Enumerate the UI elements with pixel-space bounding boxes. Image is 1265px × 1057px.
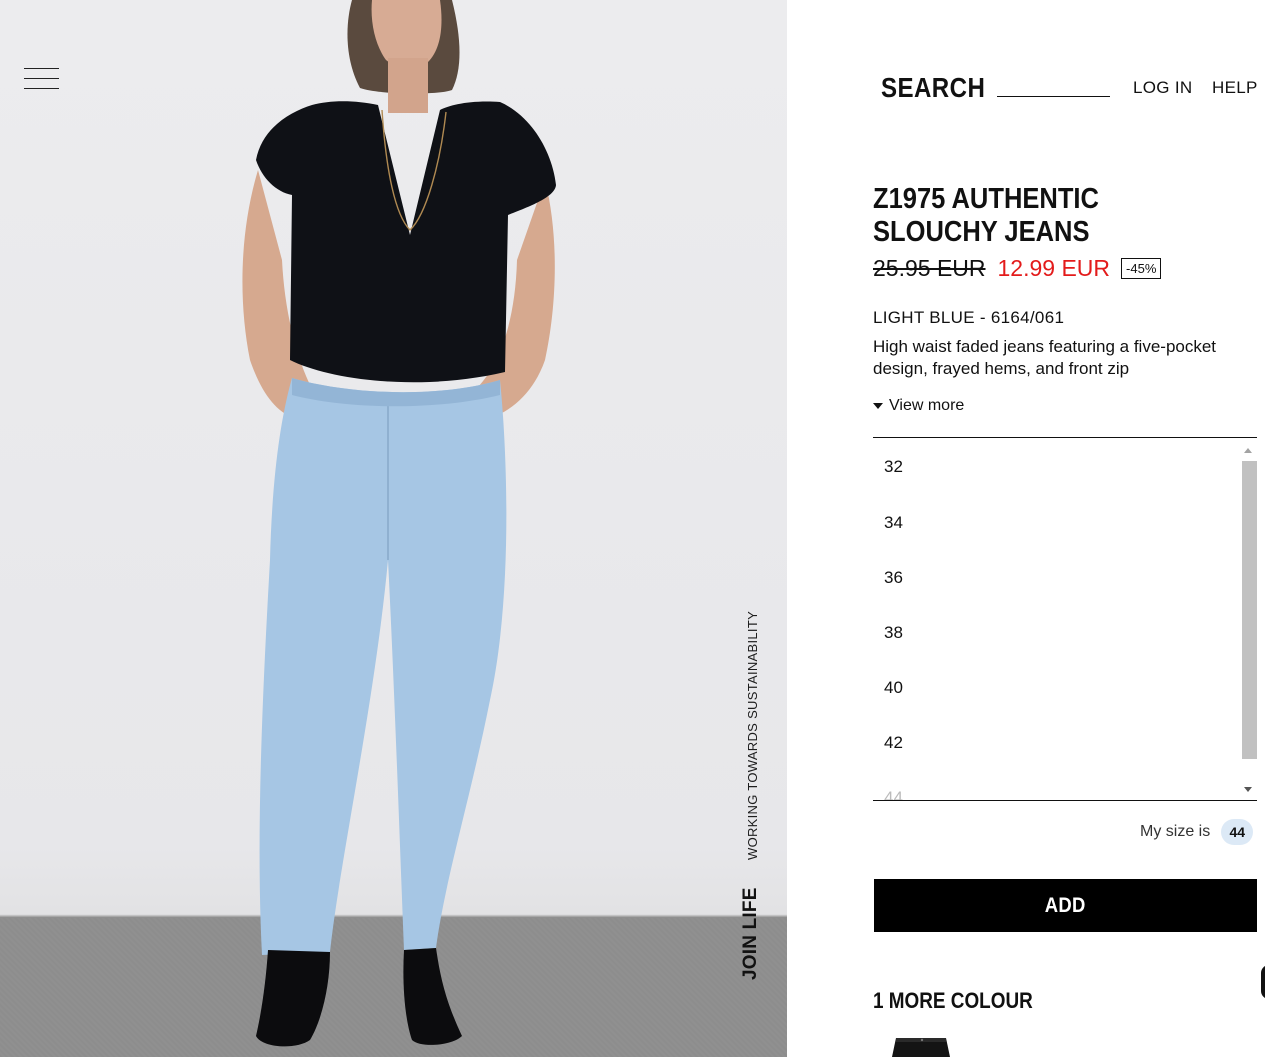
my-size-label: My size is xyxy=(1140,823,1211,840)
discount-badge: -45% xyxy=(1121,257,1162,279)
help-link[interactable]: HELP xyxy=(1212,78,1258,98)
login-link[interactable]: LOG IN xyxy=(1133,78,1192,98)
sustainability-label[interactable]: WORKING TOWARDS SUSTAINABILITY xyxy=(745,611,760,860)
menu-icon[interactable] xyxy=(24,68,59,92)
more-colours-heading: 1 MORE COLOUR xyxy=(873,988,1033,1013)
old-price: 25.95 EUR xyxy=(873,254,986,281)
view-more-toggle[interactable]: View more xyxy=(873,397,964,415)
product-page: WORKING TOWARDS SUSTAINABILITY JOIN LIFE… xyxy=(0,0,1265,1057)
price-row: 25.95 EUR 12.99 EUR -45% xyxy=(873,253,1162,283)
join-life-label[interactable]: JOIN LIFE xyxy=(740,887,762,980)
caret-down-icon xyxy=(873,403,883,409)
side-chat-tab[interactable] xyxy=(1261,965,1265,999)
size-option[interactable]: 34 xyxy=(873,495,1233,550)
my-size-hint[interactable]: My size is 44 xyxy=(1140,819,1254,845)
colour-variant-thumbnail[interactable] xyxy=(888,1036,952,1057)
product-description: High waist faded jeans featuring a five-… xyxy=(873,337,1217,378)
search-input[interactable] xyxy=(997,74,1110,97)
scroll-down-icon[interactable] xyxy=(1244,787,1252,792)
scroll-thumb[interactable] xyxy=(1242,461,1257,759)
sale-price: 12.99 EUR xyxy=(997,254,1111,281)
size-option[interactable]: 44 xyxy=(873,770,1233,800)
size-option[interactable]: 38 xyxy=(873,605,1233,660)
color-reference: LIGHT BLUE - 6164/061 xyxy=(873,308,1065,327)
my-size-badge[interactable]: 44 xyxy=(1221,819,1254,845)
size-list-scrollbar[interactable] xyxy=(1240,442,1257,798)
size-option[interactable]: 32 xyxy=(873,438,1233,495)
add-button-label: ADD xyxy=(1045,893,1086,917)
size-selector[interactable]: 32 34 36 38 40 42 44 xyxy=(873,437,1257,801)
search-label[interactable]: SEARCH xyxy=(881,72,985,104)
view-more-label: View more xyxy=(889,397,965,414)
scroll-up-icon[interactable] xyxy=(1244,448,1252,453)
size-option[interactable]: 36 xyxy=(873,550,1233,605)
add-to-cart-button[interactable]: ADD xyxy=(874,879,1257,932)
size-list: 32 34 36 38 40 42 44 xyxy=(873,438,1233,800)
product-image[interactable]: WORKING TOWARDS SUSTAINABILITY JOIN LIFE xyxy=(0,0,787,1057)
size-option[interactable]: 40 xyxy=(873,660,1233,715)
size-option[interactable]: 42 xyxy=(873,715,1233,770)
model-illustration xyxy=(242,0,556,1047)
product-title: Z1975 AUTHENTIC SLOUCHY JEANS xyxy=(873,183,1099,248)
